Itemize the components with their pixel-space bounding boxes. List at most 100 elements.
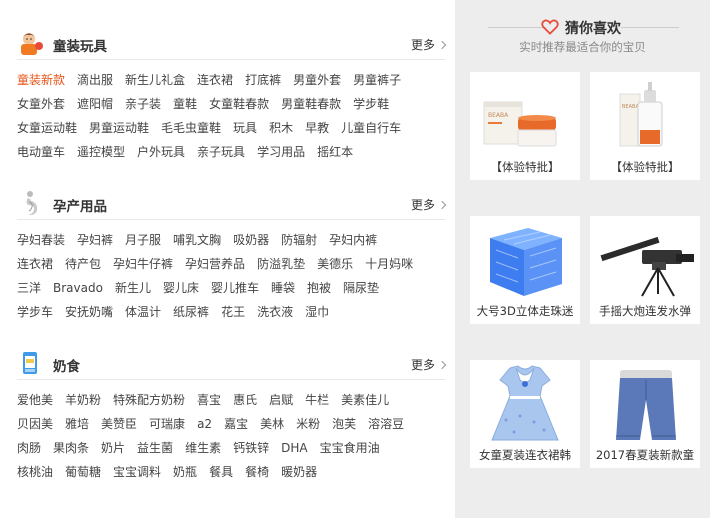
category-tag[interactable]: 月子服 <box>125 228 161 252</box>
category-tag[interactable]: 男童运动鞋 <box>89 116 149 140</box>
category-tag[interactable]: 毛毛虫童鞋 <box>161 116 221 140</box>
category-tag[interactable]: 喜宝 <box>197 388 221 412</box>
category-tag[interactable]: 牛栏 <box>305 388 329 412</box>
category-tag[interactable]: 亲子装 <box>125 92 161 116</box>
category-tag[interactable]: 抱被 <box>307 276 331 300</box>
category-tag[interactable]: 肉肠 <box>17 436 41 460</box>
category-tag[interactable]: 宝宝调料 <box>113 460 161 484</box>
category-tag[interactable]: 连衣裙 <box>197 68 233 92</box>
category-tag[interactable]: 孕妇春装 <box>17 228 65 252</box>
category-tag[interactable]: 餐椅 <box>245 460 269 484</box>
category-tag[interactable]: 餐具 <box>209 460 233 484</box>
category-tag[interactable]: 防溢乳垫 <box>257 252 305 276</box>
category-tag[interactable]: 钙铁锌 <box>233 436 269 460</box>
category-tag[interactable]: 惠氏 <box>233 388 257 412</box>
category-tag[interactable]: 隔尿垫 <box>343 276 379 300</box>
category-tag[interactable]: 防辐射 <box>281 228 317 252</box>
category-tag[interactable]: 新生儿礼盒 <box>125 68 185 92</box>
category-tag[interactable]: 哺乳文胸 <box>173 228 221 252</box>
category-tag[interactable]: 新生儿 <box>115 276 151 300</box>
category-tag[interactable]: 安抚奶嘴 <box>65 300 113 324</box>
more-link[interactable]: 更多 <box>411 196 447 213</box>
category-tag[interactable]: a2 <box>197 412 212 436</box>
category-tag[interactable]: 童装新款 <box>17 68 65 92</box>
category-tag[interactable]: 亲子玩具 <box>197 140 245 164</box>
category-tag[interactable]: 学步车 <box>17 300 53 324</box>
category-tag[interactable]: 美林 <box>260 412 284 436</box>
category-tag[interactable]: 玩具 <box>233 116 257 140</box>
category-tag[interactable]: 男童裤子 <box>353 68 401 92</box>
category-tag[interactable]: 学习用品 <box>257 140 305 164</box>
category-tag[interactable]: 孕妇裤 <box>77 228 113 252</box>
category-tag[interactable]: 孕妇营养品 <box>185 252 245 276</box>
product-card[interactable]: 大号3D立体走珠迷 <box>470 216 580 324</box>
category-tag[interactable]: 女童运动鞋 <box>17 116 77 140</box>
category-tag[interactable]: 十月妈咪 <box>365 252 413 276</box>
category-tag[interactable]: Bravado <box>53 276 103 300</box>
category-tag[interactable]: 学步鞋 <box>353 92 389 116</box>
category-tag[interactable]: 核桃油 <box>17 460 53 484</box>
category-tag[interactable]: 打底裤 <box>245 68 281 92</box>
category-tag[interactable]: 雅培 <box>65 412 89 436</box>
category-tag[interactable]: 连衣裙 <box>17 252 53 276</box>
category-tag[interactable]: 儿童自行车 <box>341 116 401 140</box>
category-tag[interactable]: 纸尿裤 <box>173 300 209 324</box>
category-tag[interactable]: 洗衣液 <box>257 300 293 324</box>
category-tag[interactable]: 早教 <box>305 116 329 140</box>
category-tag[interactable]: 嘉宝 <box>224 412 248 436</box>
category-tag[interactable]: 维生素 <box>185 436 221 460</box>
category-tag[interactable]: 奶瓶 <box>173 460 197 484</box>
category-tag[interactable]: 男童外套 <box>293 68 341 92</box>
category-tag[interactable]: 女童外套 <box>17 92 65 116</box>
category-tag[interactable]: 美赞臣 <box>101 412 137 436</box>
category-tag[interactable]: 女童鞋春款 <box>209 92 269 116</box>
category-tag[interactable]: 摇红本 <box>317 140 353 164</box>
category-tag[interactable]: 婴儿床 <box>163 276 199 300</box>
category-tag[interactable]: 可瑞康 <box>149 412 185 436</box>
category-tag[interactable]: 米粉 <box>296 412 320 436</box>
category-tag[interactable]: 湿巾 <box>305 300 329 324</box>
category-tag[interactable]: 男童鞋春款 <box>281 92 341 116</box>
guess-you-like-panel: 猜你喜欢 实时推荐最适合你的宝贝 BEABA 【体验特批】 BEABA 【体验特… <box>455 0 710 518</box>
category-tag[interactable]: 羊奶粉 <box>65 388 101 412</box>
product-card[interactable]: 手摇大炮连发水弹 <box>590 216 700 324</box>
category-tag[interactable]: 暖奶器 <box>281 460 317 484</box>
category-tag[interactable]: 电动童车 <box>17 140 65 164</box>
category-tag[interactable]: 特殊配方奶粉 <box>113 388 185 412</box>
product-card[interactable]: BEABA 【体验特批】 <box>470 72 580 180</box>
category-tag[interactable]: 孕妇牛仔裤 <box>113 252 173 276</box>
category-tag[interactable]: 待产包 <box>65 252 101 276</box>
category-tag[interactable]: 滴出服 <box>77 68 113 92</box>
category-tag[interactable]: 贝因美 <box>17 412 53 436</box>
category-tag[interactable]: 宝宝食用油 <box>320 436 380 460</box>
product-card[interactable]: BEABA 【体验特批】 <box>590 72 700 180</box>
category-tag[interactable]: 奶片 <box>101 436 125 460</box>
more-link[interactable]: 更多 <box>411 36 447 53</box>
category-tag[interactable]: 孕妇内裤 <box>329 228 377 252</box>
category-tag[interactable]: 花王 <box>221 300 245 324</box>
category-tag[interactable]: 婴儿推车 <box>211 276 259 300</box>
category-tag[interactable]: 果肉条 <box>53 436 89 460</box>
category-tag[interactable]: 吸奶器 <box>233 228 269 252</box>
category-tag[interactable]: 体温计 <box>125 300 161 324</box>
category-tag[interactable]: 益生菌 <box>137 436 173 460</box>
category-tag[interactable]: 积木 <box>269 116 293 140</box>
product-card[interactable]: 2017春夏装新款童 <box>590 360 700 468</box>
category-tag[interactable]: 爱他美 <box>17 388 53 412</box>
category-tag[interactable]: 童鞋 <box>173 92 197 116</box>
category-tag[interactable]: 美素佳儿 <box>341 388 389 412</box>
category-tag[interactable]: 户外玩具 <box>137 140 185 164</box>
category-tag[interactable]: 遮阳帽 <box>77 92 113 116</box>
category-tag[interactable]: 美德乐 <box>317 252 353 276</box>
category-tag[interactable]: 葡萄糖 <box>65 460 101 484</box>
category-tag[interactable]: 启赋 <box>269 388 293 412</box>
category-tag[interactable]: 遥控模型 <box>77 140 125 164</box>
more-link[interactable]: 更多 <box>411 356 447 373</box>
heart-icon <box>541 19 559 35</box>
category-tag[interactable]: 泡芙 <box>332 412 356 436</box>
category-tag[interactable]: 三洋 <box>17 276 41 300</box>
product-card[interactable]: 女童夏装连衣裙韩 <box>470 360 580 468</box>
category-tag[interactable]: 溶溶豆 <box>368 412 404 436</box>
category-tag[interactable]: 睡袋 <box>271 276 295 300</box>
category-tag[interactable]: DHA <box>281 436 307 460</box>
